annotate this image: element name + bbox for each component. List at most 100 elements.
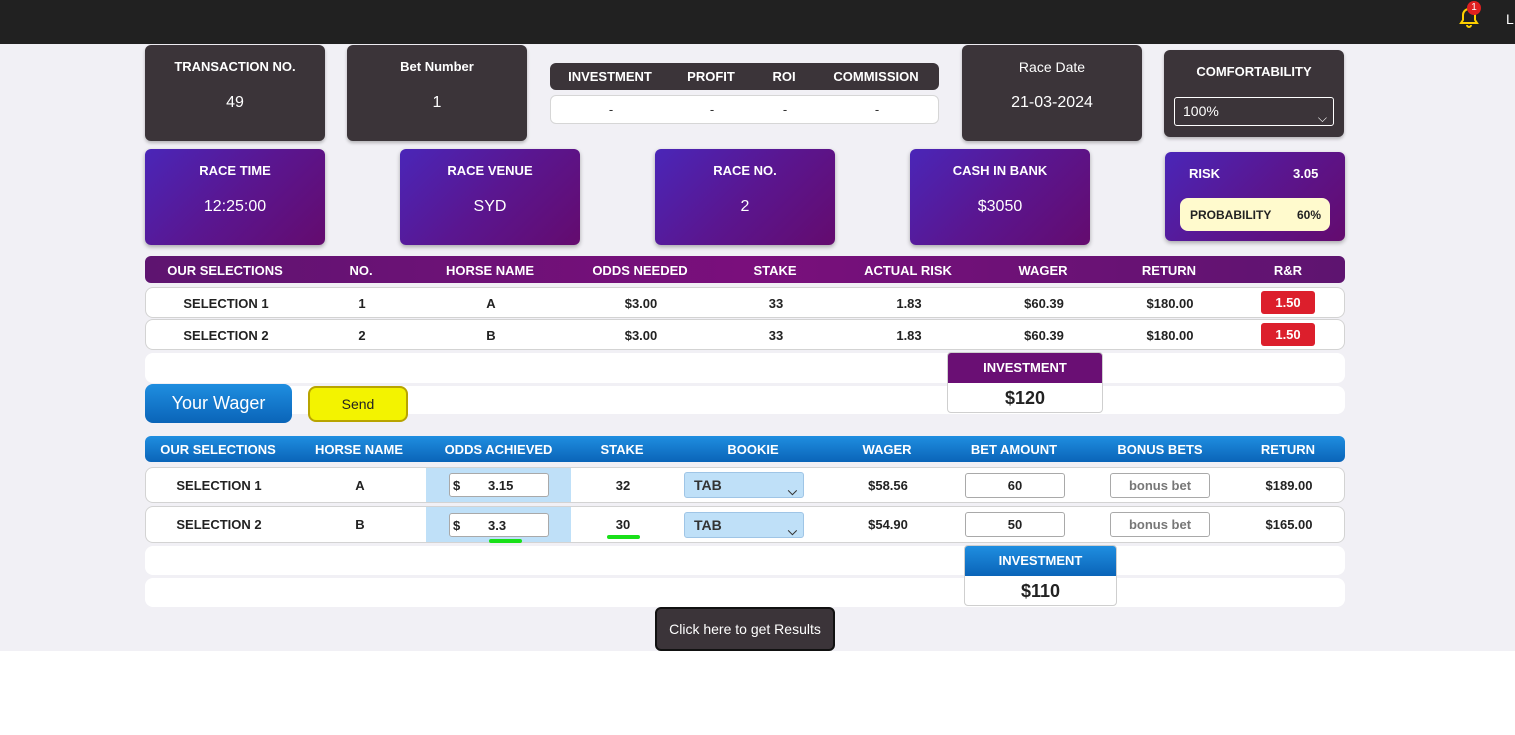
race-date-value: 21-03-2024 <box>1011 94 1093 111</box>
col-rr: R&R <box>1273 263 1303 278</box>
bet-amount-input[interactable]: 50 <box>965 512 1065 537</box>
col-return: RETURN <box>1141 263 1197 278</box>
bet-number-card: Bet Number 1 <box>347 45 527 141</box>
wager-investment-box: INVESTMENT $110 <box>964 545 1117 606</box>
race-no-card: RACE NO. 2 <box>655 149 835 245</box>
risk-label: RISK <box>1189 166 1221 181</box>
col-return: RETURN <box>1260 442 1316 457</box>
summary-values: - - - - <box>550 95 939 124</box>
race-no-value: 2 <box>740 198 750 215</box>
bet-amount-input[interactable]: 60 <box>965 473 1065 498</box>
rr-badge: 1.50 <box>1261 291 1315 314</box>
selections-table-header: OUR SELECTIONS NO. HORSE NAME ODDS NEEDE… <box>145 256 1345 283</box>
selection-name: SELECTION 1 <box>176 478 262 493</box>
cash-in-bank-label: CASH IN BANK <box>952 163 1048 178</box>
summary-profit-value: - <box>709 102 715 117</box>
selection-no: 2 <box>358 328 366 343</box>
probability-box: PROBABILITY 60% <box>1180 198 1330 231</box>
bookie-select[interactable]: TAB ⌵ <box>684 472 804 498</box>
odds-achieved-input[interactable]: $ 3.15 <box>449 473 549 497</box>
wager: $60.39 <box>1024 296 1064 311</box>
col-stake: STAKE <box>753 263 797 278</box>
currency-symbol: $ <box>453 518 461 533</box>
stake: 32 <box>615 478 631 493</box>
col-actual-risk: ACTUAL RISK <box>864 263 952 278</box>
currency-symbol: $ <box>453 478 461 493</box>
wager-table-header: OUR SELECTIONS HORSE NAME ODDS ACHIEVED … <box>145 436 1345 462</box>
annotation-highlight <box>607 535 640 539</box>
user-menu[interactable]: L <box>1506 11 1514 27</box>
send-button[interactable]: Send <box>308 386 408 422</box>
bookie-selected: TAB <box>694 477 722 493</box>
race-venue-value: SYD <box>473 198 507 215</box>
col-our-selections: OUR SELECTIONS <box>160 442 276 457</box>
selections-investment-value: $120 <box>1004 388 1046 408</box>
comfortability-card: COMFORTABILITY 100% ⌵ <box>1164 50 1344 137</box>
bet-number-label: Bet Number <box>400 59 474 74</box>
return-value: $189.00 <box>1265 478 1313 493</box>
summary-profit-header: PROFIT <box>687 69 735 84</box>
race-time-value: 12:25:00 <box>203 198 267 215</box>
odds-needed: $3.00 <box>624 328 658 343</box>
selection-no: 1 <box>358 296 366 311</box>
col-wager: WAGER <box>1018 263 1068 278</box>
race-date-label: Race Date <box>1018 59 1086 75</box>
horse-name: A <box>355 478 365 493</box>
transaction-label: TRANSACTION NO. <box>174 59 296 74</box>
wager-value: $54.90 <box>868 517 908 532</box>
col-no: NO. <box>349 263 373 278</box>
return: $180.00 <box>1146 328 1194 343</box>
return: $180.00 <box>1146 296 1194 311</box>
wager: $60.39 <box>1024 328 1064 343</box>
spacer-row <box>145 546 1345 575</box>
selection-name: SELECTION 2 <box>176 517 262 532</box>
race-no-label: RACE NO. <box>713 163 777 178</box>
col-horse-name: HORSE NAME <box>314 442 404 457</box>
summary-roi-value: - <box>782 102 788 117</box>
race-time-card: RACE TIME 12:25:00 <box>145 149 325 245</box>
top-bar: 1 L <box>0 0 1515 44</box>
selection-name: SELECTION 2 <box>183 328 269 343</box>
col-our-selections: OUR SELECTIONS <box>167 263 283 278</box>
table-row: SELECTION 1 1 A $3.00 33 1.83 $60.39 $18… <box>145 287 1345 318</box>
horse-name: B <box>486 328 496 343</box>
cash-in-bank-value: $3050 <box>977 198 1023 215</box>
race-date-card: Race Date 21-03-2024 <box>962 45 1142 141</box>
col-bet-amount: BET AMOUNT <box>970 442 1058 457</box>
actual-risk: 1.83 <box>896 328 922 343</box>
summary-commission-value: - <box>874 102 880 117</box>
comfortability-select[interactable]: 100% ⌵ <box>1174 97 1334 126</box>
chevron-down-icon: ⌵ <box>1317 111 1327 125</box>
odds-value: 3.3 <box>488 518 507 533</box>
col-wager: WAGER <box>862 442 912 457</box>
selections-investment-label: INVESTMENT <box>948 353 1102 383</box>
race-venue-label: RACE VENUE <box>447 163 533 178</box>
wager-row: SELECTION 1 A $ 3.15 32 TAB ⌵ $58.56 60 … <box>145 467 1345 503</box>
get-results-button[interactable]: Click here to get Results <box>655 607 835 651</box>
chevron-down-icon: ⌵ <box>787 524 797 538</box>
bet-number-value: 1 <box>432 94 442 111</box>
wager-investment-label: INVESTMENT <box>965 546 1116 576</box>
col-odds-achieved: ODDS ACHIEVED <box>444 442 553 457</box>
annotation-highlight <box>489 539 522 543</box>
transaction-card: TRANSACTION NO. 49 <box>145 45 325 141</box>
horse-name: B <box>355 517 365 532</box>
summary-commission-header: COMMISSION <box>833 69 919 84</box>
actual-risk: 1.83 <box>896 296 922 311</box>
cash-in-bank-card: CASH IN BANK $3050 <box>910 149 1090 245</box>
bookie-select[interactable]: TAB ⌵ <box>684 512 804 538</box>
selections-investment-box: INVESTMENT $120 <box>947 352 1103 413</box>
col-bookie: BOOKIE <box>727 442 779 457</box>
stake: 30 <box>615 517 631 532</box>
bonus-bet-input[interactable]: bonus bet <box>1110 473 1210 498</box>
odds-achieved-input[interactable]: $ 3.3 <box>449 513 549 537</box>
stake: 33 <box>768 328 784 343</box>
comfortability-selected: 100% <box>1183 103 1219 119</box>
summary-investment-header: INVESTMENT <box>568 69 652 84</box>
wager-investment-value: $110 <box>1020 581 1061 601</box>
wager-row: SELECTION 2 B $ 3.3 30 TAB ⌵ $54.90 50 b… <box>145 506 1345 543</box>
bonus-bet-input[interactable]: bonus bet <box>1110 512 1210 537</box>
odds-needed: $3.00 <box>624 296 658 311</box>
stake: 33 <box>768 296 784 311</box>
col-odds-needed: ODDS NEEDED <box>592 263 688 278</box>
